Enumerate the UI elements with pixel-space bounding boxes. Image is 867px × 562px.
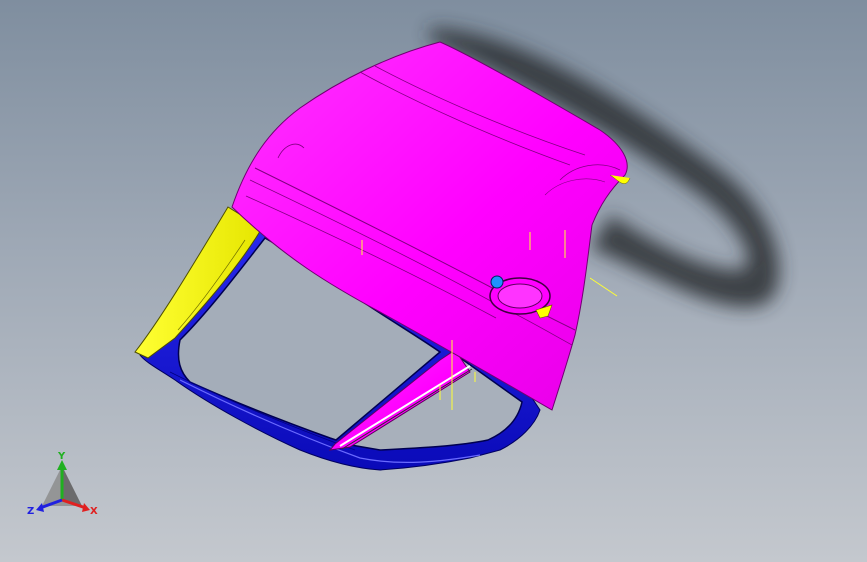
triad-z-label: Z xyxy=(27,506,34,517)
triad-x-label: X xyxy=(90,506,98,517)
cad-model-view[interactable] xyxy=(0,0,867,562)
coordinate-triad[interactable]: Y X Z xyxy=(24,448,104,524)
triad-y-label: Y xyxy=(57,451,66,462)
graphics-viewport[interactable]: Y X Z xyxy=(0,0,867,562)
